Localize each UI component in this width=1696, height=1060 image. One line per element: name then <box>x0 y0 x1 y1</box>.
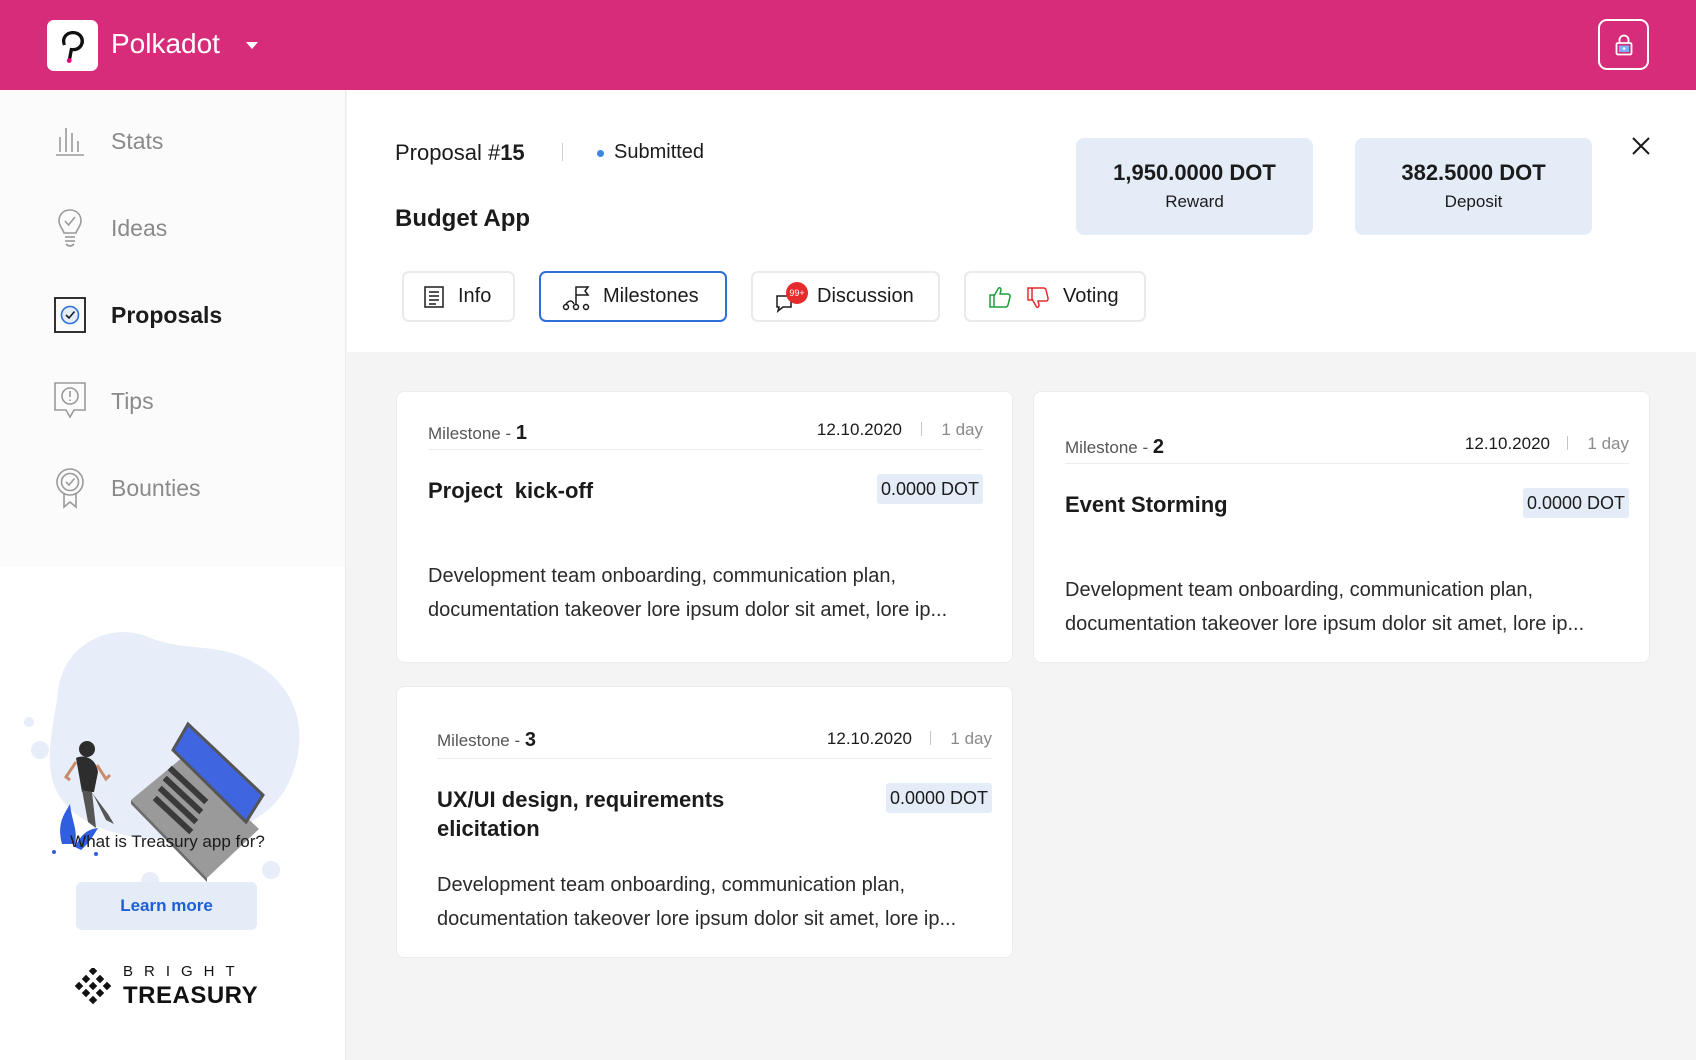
brand-top-text: BRIGHT <box>123 963 246 980</box>
close-icon <box>1632 137 1650 155</box>
bright-treasury-mark-icon <box>75 968 111 1005</box>
milestone-description: Development team onboarding, communicati… <box>437 874 957 930</box>
milestone-date: 12.10.2020 <box>816 420 902 439</box>
deposit-card: 382.5000 DOT Deposit <box>1355 138 1592 235</box>
milestone-amount: 0.0000 DOT <box>1522 488 1629 518</box>
badge-icon <box>52 466 88 510</box>
exclamation-bubble-icon <box>52 379 88 423</box>
reward-value: 1,950.0000 DOT <box>1113 160 1276 185</box>
chevron-down-icon[interactable] <box>246 42 258 49</box>
milestone-amount: 0.0000 DOT <box>876 474 983 504</box>
milestone-amount: 0.0000 DOT <box>885 783 992 813</box>
document-icon <box>424 286 444 313</box>
card-divider <box>437 758 992 759</box>
tab-label: Discussion <box>817 285 914 307</box>
learn-more-button[interactable]: Learn more <box>76 882 257 930</box>
tab-discussion[interactable]: 99+ Discussion <box>751 271 940 322</box>
account-lock-button[interactable] <box>1598 19 1649 70</box>
milestone-duration: 1 day <box>1587 434 1629 453</box>
date-divider <box>930 731 931 745</box>
status-dot <box>597 150 604 157</box>
network-selector-label[interactable]: Polkadot <box>111 28 220 60</box>
milestone-description: Development team onboarding, communicati… <box>428 565 948 621</box>
lock-icon <box>1615 34 1632 55</box>
tab-label: Voting <box>1063 285 1119 307</box>
milestone-label: Milestone - 3 <box>437 729 536 752</box>
sidebar-item-label: Proposals <box>111 301 223 328</box>
brand-bottom-text: TREASURY <box>123 982 259 1009</box>
proposal-name: Budget App <box>395 205 531 232</box>
sidebar-item-label: Ideas <box>111 214 168 241</box>
thumbs-down-icon <box>1026 286 1050 315</box>
milestone-duration: 1 day <box>941 420 983 439</box>
card-divider <box>428 449 983 450</box>
sidebar-nav: Stats Ideas Proposals Tips Bounties <box>0 90 345 567</box>
sidebar-item-label: Bounties <box>111 474 201 501</box>
milestone-title: UX/UI design, requirements elicitation <box>437 787 725 841</box>
status-badge: Submitted <box>614 141 705 163</box>
milestone-number: 1 <box>515 422 527 444</box>
tab-info[interactable]: Info <box>402 271 515 322</box>
milestone-duration: 1 day <box>950 729 992 748</box>
tab-label: Info <box>458 285 492 307</box>
tab-milestones[interactable]: Milestones <box>539 271 727 322</box>
tab-voting[interactable]: Voting <box>964 271 1146 322</box>
sidebar-item-label: Stats <box>111 127 164 154</box>
sidebar-item-bounties[interactable]: Bounties <box>0 453 345 523</box>
bar-chart-icon <box>52 119 88 163</box>
milestone-prefix: Milestone - <box>428 424 516 443</box>
lightbulb-icon <box>52 206 88 250</box>
reward-label: Reward <box>1165 192 1224 211</box>
deposit-label: Deposit <box>1444 192 1503 211</box>
sidebar-item-ideas[interactable]: Ideas <box>0 193 345 263</box>
milestone-card[interactable]: Milestone - 3 12.10.2020 1 day UX/UI des… <box>396 686 1013 958</box>
polkadot-logo-icon <box>61 30 84 63</box>
reward-card: 1,950.0000 DOT Reward <box>1076 138 1313 235</box>
milestone-number: 2 <box>1152 436 1164 458</box>
close-button[interactable] <box>1628 133 1654 159</box>
top-bar: Polkadot <box>0 0 1696 90</box>
promo-text: What is Treasury app for? <box>70 832 265 851</box>
milestone-label: Milestone - 1 <box>428 422 527 445</box>
tab-label: Milestones <box>603 285 699 307</box>
milestone-title: Project kick-off <box>428 478 594 503</box>
title-divider <box>562 143 563 161</box>
promo-illustration <box>18 582 318 902</box>
milestone-title: Event Storming <box>1065 492 1228 517</box>
proposal-number: 15 <box>500 140 525 165</box>
bright-treasury-logo: BRIGHT TREASURY <box>75 963 275 1013</box>
date-divider <box>1567 436 1568 450</box>
milestone-prefix: Milestone - <box>437 731 525 750</box>
sidebar-item-label: Tips <box>111 387 154 414</box>
milestone-prefix: Milestone - <box>1065 438 1153 457</box>
notification-badge: 99+ <box>786 282 808 304</box>
sidebar-item-tips[interactable]: Tips <box>0 366 345 436</box>
milestone-card[interactable]: Milestone - 1 12.10.2020 1 day Project k… <box>396 391 1013 663</box>
milestone-description: Development team onboarding, communicati… <box>1065 579 1585 635</box>
proposal-title: Proposal #15 <box>395 140 525 166</box>
milestone-card[interactable]: Milestone - 2 12.10.2020 1 day Event Sto… <box>1033 391 1650 663</box>
milestone-number: 3 <box>524 729 536 751</box>
milestone-label: Milestone - 2 <box>1065 436 1164 459</box>
milestone-date: 12.10.2020 <box>826 729 912 748</box>
flag-route-icon <box>562 285 590 316</box>
date-divider <box>921 422 922 436</box>
polkadot-logo[interactable] <box>47 20 98 71</box>
sidebar-item-proposals[interactable]: Proposals <box>0 280 345 350</box>
proposal-label: Proposal # <box>395 140 501 165</box>
milestone-date: 12.10.2020 <box>1464 434 1550 453</box>
thumbs-up-icon <box>988 285 1012 314</box>
card-divider <box>1065 463 1629 464</box>
deposit-value: 382.5000 DOT <box>1401 160 1546 185</box>
sidebar: Stats Ideas Proposals Tips Bounties What… <box>0 90 346 1060</box>
sidebar-item-stats[interactable]: Stats <box>0 106 345 176</box>
checklist-icon <box>52 293 88 337</box>
